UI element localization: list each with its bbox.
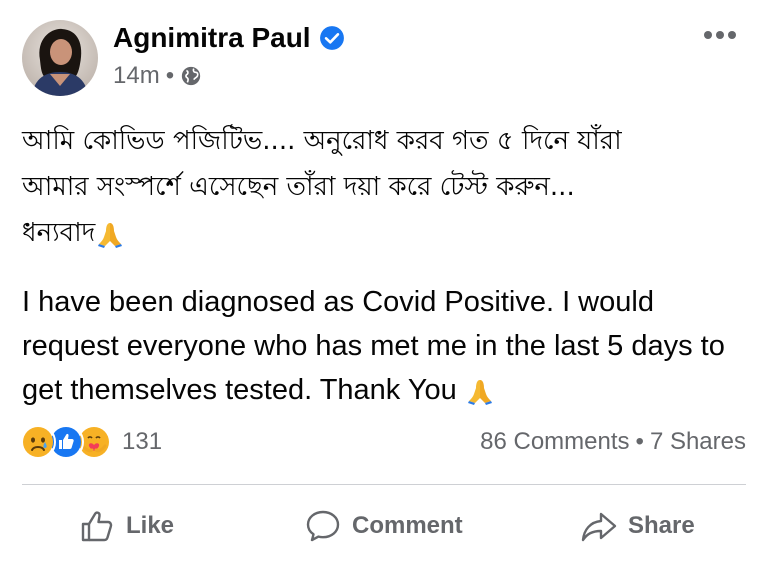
comment-bubble-icon: [306, 510, 340, 542]
author-name-text[interactable]: Agnimitra Paul: [113, 22, 311, 54]
engagement-stats: 86 Comments • 7 Shares: [480, 428, 746, 456]
share-button[interactable]: Share: [580, 500, 695, 552]
action-bar: Like Comment Share: [0, 500, 768, 552]
divider: [22, 484, 746, 485]
comments-count[interactable]: 86 Comments: [480, 428, 629, 455]
share-label: Share: [628, 512, 695, 539]
reaction-count[interactable]: 131: [122, 428, 162, 456]
post-meta: 14m •: [113, 62, 202, 90]
meta-separator: •: [165, 62, 175, 89]
post-timestamp[interactable]: 14m: [113, 62, 160, 90]
avatar[interactable]: [22, 20, 98, 96]
like-button[interactable]: Like: [78, 500, 174, 552]
post-text-english-content: I have been diagnosed as Covid Positive.…: [22, 286, 725, 406]
post-text-english: I have been diagnosed as Covid Positive.…: [22, 280, 748, 412]
sad-reaction-icon: [20, 424, 56, 460]
folded-hands-emoji-english: [467, 380, 492, 406]
post-text-bengali: আমি কোভিড পজিটিভ.... অনুরোধ করব গত ৫ দিন…: [22, 118, 748, 256]
folded-hands-emoji: [98, 222, 123, 248]
more-options-icon[interactable]: [702, 28, 738, 42]
author-name[interactable]: Agnimitra Paul: [113, 22, 345, 54]
comment-label: Comment: [352, 512, 463, 539]
thumbs-up-icon: [81, 511, 113, 542]
post-card: Agnimitra Paul 14m • আমি কোভিড পজিটিভ...…: [0, 0, 768, 567]
share-arrow-icon: [581, 512, 617, 542]
reactions-summary[interactable]: 131: [20, 424, 162, 460]
shares-count[interactable]: 7 Shares: [650, 428, 746, 455]
globe-icon[interactable]: [180, 65, 202, 87]
post-content: আমি কোভিড পজিটিভ.... অনুরোধ করব গত ৫ দিন…: [22, 118, 748, 412]
stats-separator: •: [635, 428, 644, 455]
like-label: Like: [126, 512, 175, 539]
verified-badge-icon: [319, 26, 344, 50]
comment-button[interactable]: Comment: [304, 500, 463, 552]
